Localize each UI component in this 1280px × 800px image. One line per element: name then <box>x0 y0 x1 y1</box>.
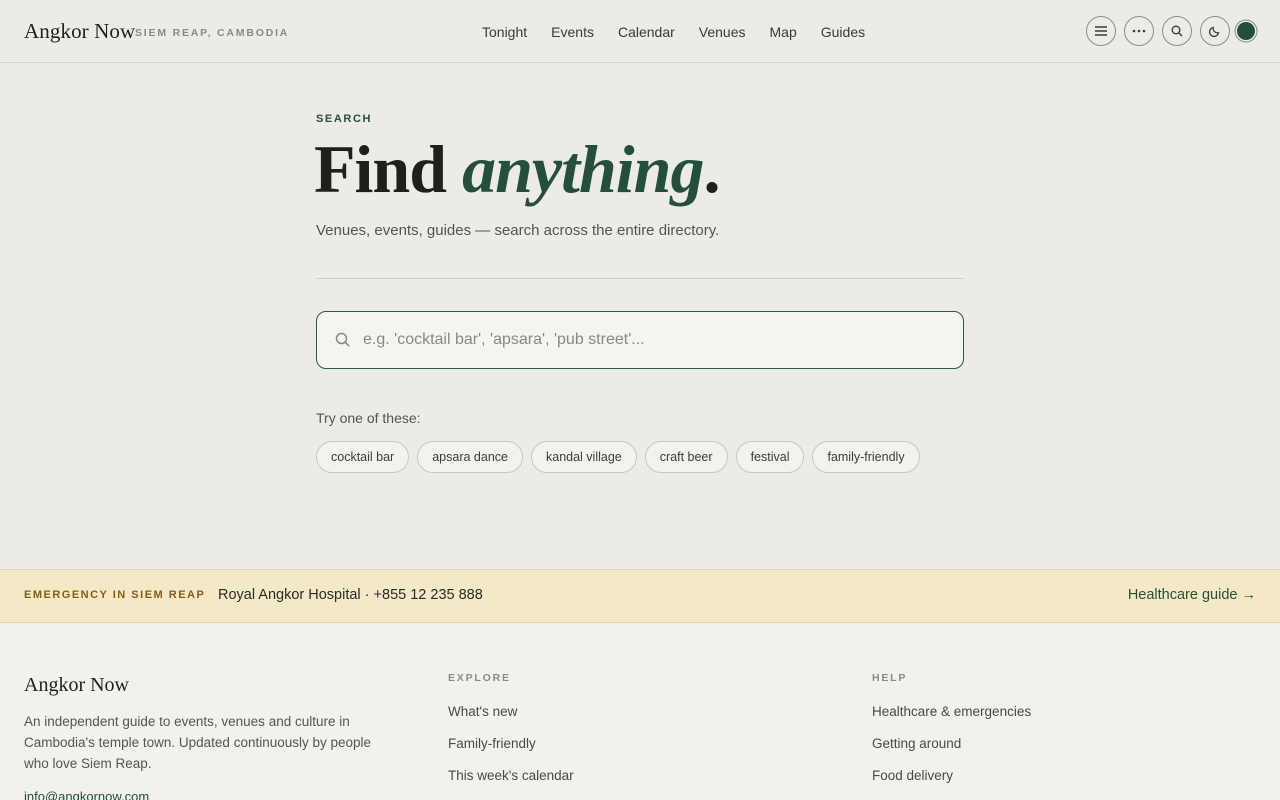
dark-mode-toggle[interactable] <box>1200 16 1230 46</box>
menu-icon <box>1095 26 1107 36</box>
emergency-banner: EMERGENCY IN SIEM REAP Royal Angkor Hosp… <box>0 569 1280 623</box>
search-icon <box>1171 25 1183 37</box>
footer-help-heading: HELP <box>872 672 908 684</box>
footer-link-calendar[interactable]: This week's calendar <box>448 768 574 800</box>
footer-explore-heading: EXPLORE <box>448 672 511 684</box>
suggestion-chip[interactable]: kandal village <box>531 441 637 473</box>
suggestion-chip[interactable]: cocktail bar <box>316 441 410 473</box>
page-title-plain: Find <box>314 131 463 207</box>
site-location: SIEM REAP, CAMBODIA <box>135 27 290 39</box>
site-logo[interactable]: Angkor Now <box>24 19 135 44</box>
suggestion-chips: cocktail bar apsara dance kandal village… <box>316 441 920 473</box>
suggestion-chip[interactable]: festival <box>735 441 805 473</box>
nav-calendar[interactable]: Calendar <box>618 24 675 40</box>
healthcare-guide-link[interactable]: Healthcare guide → <box>1128 587 1256 603</box>
footer-email-link[interactable]: info@angkornow.com <box>24 789 149 800</box>
footer-link-food-delivery[interactable]: Food delivery <box>872 768 1031 800</box>
search-input[interactable] <box>363 312 943 367</box>
main-nav: Tonight Events Calendar Venues Map Guide… <box>482 24 865 40</box>
page-title: Find anything. <box>314 130 721 209</box>
footer-link-whats-new[interactable]: What's new <box>448 704 574 736</box>
theme-color-button[interactable] <box>1237 22 1255 40</box>
search-icon <box>335 332 350 347</box>
suggestion-chip[interactable]: apsara dance <box>417 441 523 473</box>
footer-link-family-friendly[interactable]: Family-friendly <box>448 736 574 768</box>
suggestion-chip[interactable]: family-friendly <box>812 441 920 473</box>
footer-help: HELP Healthcare & emergencies Getting ar… <box>872 672 1031 800</box>
footer-description: An independent guide to events, venues a… <box>24 714 372 771</box>
suggestions-label: Try one of these: <box>316 410 421 426</box>
page-eyebrow: SEARCH <box>316 113 373 125</box>
page-title-end: . <box>703 131 721 207</box>
suggestion-chip[interactable]: craft beer <box>644 441 728 473</box>
footer-link-getting-around[interactable]: Getting around <box>872 736 1031 768</box>
footer-explore: EXPLORE What's new Family-friendly This … <box>448 672 574 800</box>
menu-button[interactable] <box>1086 16 1116 46</box>
nav-venues[interactable]: Venues <box>699 24 746 40</box>
page-subtitle: Venues, events, guides — search across t… <box>316 222 720 239</box>
nav-events[interactable]: Events <box>551 24 594 40</box>
nav-tonight[interactable]: Tonight <box>482 24 527 40</box>
emergency-contact: Royal Angkor Hospital · +855 12 235 888 <box>218 587 483 603</box>
emergency-label: EMERGENCY IN SIEM REAP <box>24 589 206 601</box>
more-icon <box>1132 29 1146 33</box>
page-title-accent: anything <box>462 131 704 207</box>
moon-icon <box>1209 26 1220 37</box>
site-header: Angkor Now SIEM REAP, CAMBODIA Tonight E… <box>0 0 1280 63</box>
more-button[interactable] <box>1124 16 1154 46</box>
nav-guides[interactable]: Guides <box>821 24 865 40</box>
footer-logo: Angkor Now <box>24 674 129 696</box>
site-footer: Angkor Now An independent guide to event… <box>0 623 1280 800</box>
nav-map[interactable]: Map <box>770 24 797 40</box>
search-box <box>316 311 964 369</box>
footer-link-healthcare[interactable]: Healthcare & emergencies <box>872 704 1031 736</box>
search-button[interactable] <box>1162 16 1192 46</box>
divider <box>316 278 964 279</box>
